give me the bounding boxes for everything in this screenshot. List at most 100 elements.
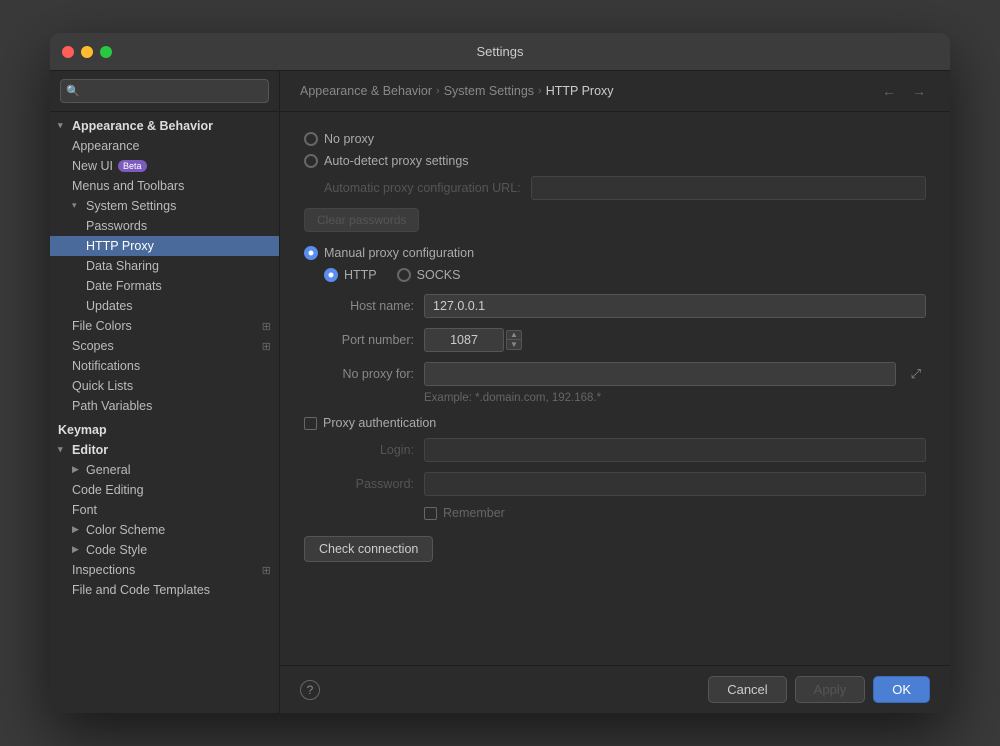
chevron-right-icon: ▶ [72, 524, 84, 536]
host-name-label: Host name: [304, 299, 414, 313]
http-radio[interactable] [324, 268, 338, 282]
auto-url-input[interactable] [531, 176, 926, 200]
sidebar-tree: ▾ Appearance & Behavior Appearance New U… [50, 112, 279, 713]
close-button[interactable] [62, 46, 74, 58]
protocol-row: HTTP SOCKS [304, 268, 926, 282]
no-proxy-for-input[interactable] [424, 362, 896, 386]
settings-icon: ⊞ [262, 320, 271, 333]
http-label[interactable]: HTTP [344, 268, 377, 282]
example-text: Example: *.domain.com, 192.168.* [304, 392, 926, 404]
port-number-row: Port number: ▲ ▼ [304, 328, 926, 352]
no-proxy-label[interactable]: No proxy [324, 132, 374, 146]
content-area: Appearance & Behavior › System Settings … [280, 71, 950, 713]
sidebar-item-http-proxy[interactable]: HTTP Proxy [50, 236, 279, 256]
no-proxy-for-row: No proxy for: ⤢ [304, 362, 926, 386]
help-button[interactable]: ? [300, 680, 320, 700]
port-up-button[interactable]: ▲ [506, 330, 522, 340]
remember-label[interactable]: Remember [443, 506, 505, 520]
socks-label[interactable]: SOCKS [417, 268, 461, 282]
port-down-button[interactable]: ▼ [506, 340, 522, 350]
sidebar-item-date-formats[interactable]: Date Formats [50, 276, 279, 296]
port-input[interactable] [424, 328, 504, 352]
login-label: Login: [304, 443, 414, 457]
host-name-input[interactable] [424, 294, 926, 318]
sidebar-item-color-scheme[interactable]: ▶ Color Scheme [50, 520, 279, 540]
traffic-lights [62, 46, 112, 58]
minimize-button[interactable] [81, 46, 93, 58]
auto-url-label: Automatic proxy configuration URL: [324, 181, 521, 195]
search-input[interactable] [60, 79, 269, 103]
manual-proxy-row: Manual proxy configuration [304, 246, 926, 260]
chevron-down-icon: ▾ [72, 200, 84, 212]
clear-passwords-button[interactable]: Clear passwords [304, 208, 419, 232]
sidebar-item-path-variables[interactable]: Path Variables [50, 396, 279, 416]
search-wrap: 🔍 [60, 79, 269, 103]
auto-detect-row: Auto-detect proxy settings [304, 154, 926, 168]
sidebar-item-code-style[interactable]: ▶ Code Style [50, 540, 279, 560]
socks-radio[interactable] [397, 268, 411, 282]
beta-badge: Beta [118, 160, 147, 172]
ok-button[interactable]: OK [873, 676, 930, 703]
auto-detect-radio[interactable] [304, 154, 318, 168]
sidebar-item-editor[interactable]: ▾ Editor [50, 440, 279, 460]
sidebar-item-inspections[interactable]: Inspections ⊞ [50, 560, 279, 580]
port-wrap: ▲ ▼ [424, 328, 522, 352]
remember-row: Remember [304, 506, 926, 520]
sidebar-item-quick-lists[interactable]: Quick Lists [50, 376, 279, 396]
no-proxy-input-wrap [424, 362, 896, 386]
host-name-row: Host name: [304, 294, 926, 318]
sidebar-item-general[interactable]: ▶ General [50, 460, 279, 480]
breadcrumb-part1: Appearance & Behavior [300, 84, 432, 98]
no-proxy-for-label: No proxy for: [304, 367, 414, 381]
check-connection-button[interactable]: Check connection [304, 536, 433, 562]
settings-body: No proxy Auto-detect proxy settings Auto… [280, 112, 950, 665]
port-label: Port number: [304, 333, 414, 347]
cancel-button[interactable]: Cancel [708, 676, 786, 703]
no-proxy-radio[interactable] [304, 132, 318, 146]
no-proxy-row: No proxy [304, 132, 926, 146]
sidebar-item-appearance-behavior[interactable]: ▾ Appearance & Behavior [50, 116, 279, 136]
remember-checkbox[interactable] [424, 507, 437, 520]
sidebar-item-new-ui[interactable]: New UI Beta [50, 156, 279, 176]
login-input[interactable] [424, 438, 926, 462]
port-spinner: ▲ ▼ [506, 330, 522, 350]
main-content: 🔍 ▾ Appearance & Behavior Appearance New… [50, 71, 950, 713]
socks-option: SOCKS [397, 268, 461, 282]
sidebar-item-notifications[interactable]: Notifications [50, 356, 279, 376]
maximize-button[interactable] [100, 46, 112, 58]
expand-icon[interactable]: ⤢ [906, 364, 926, 384]
breadcrumb-sep2: › [538, 85, 542, 97]
manual-proxy-radio[interactable] [304, 246, 318, 260]
search-icon: 🔍 [66, 85, 80, 98]
breadcrumb-part3: HTTP Proxy [546, 84, 614, 98]
sidebar-item-menus-toolbars[interactable]: Menus and Toolbars [50, 176, 279, 196]
proxy-auth-label[interactable]: Proxy authentication [323, 416, 436, 430]
forward-arrow[interactable]: → [908, 81, 930, 101]
manual-proxy-label[interactable]: Manual proxy configuration [324, 246, 474, 260]
sidebar-item-code-editing[interactable]: Code Editing [50, 480, 279, 500]
proxy-auth-checkbox[interactable] [304, 417, 317, 430]
login-row: Login: [304, 438, 926, 462]
sidebar-item-appearance[interactable]: Appearance [50, 136, 279, 156]
auto-detect-label[interactable]: Auto-detect proxy settings [324, 154, 469, 168]
sidebar-item-system-settings[interactable]: ▾ System Settings [50, 196, 279, 216]
sidebar-item-data-sharing[interactable]: Data Sharing [50, 256, 279, 276]
apply-button[interactable]: Apply [795, 676, 866, 703]
password-label: Password: [304, 477, 414, 491]
sidebar-item-file-colors[interactable]: File Colors ⊞ [50, 316, 279, 336]
chevron-down-icon: ▾ [58, 120, 70, 132]
sidebar-item-keymap[interactable]: Keymap [50, 420, 279, 440]
sidebar-item-passwords[interactable]: Passwords [50, 216, 279, 236]
settings-icon: ⊞ [262, 564, 271, 577]
back-arrow[interactable]: ← [878, 81, 900, 101]
settings-window: Settings 🔍 ▾ Appearance & Behavior Appea… [50, 33, 950, 713]
settings-icon: ⊞ [262, 340, 271, 353]
password-input[interactable] [424, 472, 926, 496]
search-container: 🔍 [50, 71, 279, 112]
sidebar-item-file-code-templates[interactable]: File and Code Templates [50, 580, 279, 600]
sidebar-item-scopes[interactable]: Scopes ⊞ [50, 336, 279, 356]
sidebar-item-updates[interactable]: Updates [50, 296, 279, 316]
chevron-right-icon: ▶ [72, 464, 84, 476]
breadcrumb: Appearance & Behavior › System Settings … [280, 71, 950, 112]
sidebar-item-font[interactable]: Font [50, 500, 279, 520]
